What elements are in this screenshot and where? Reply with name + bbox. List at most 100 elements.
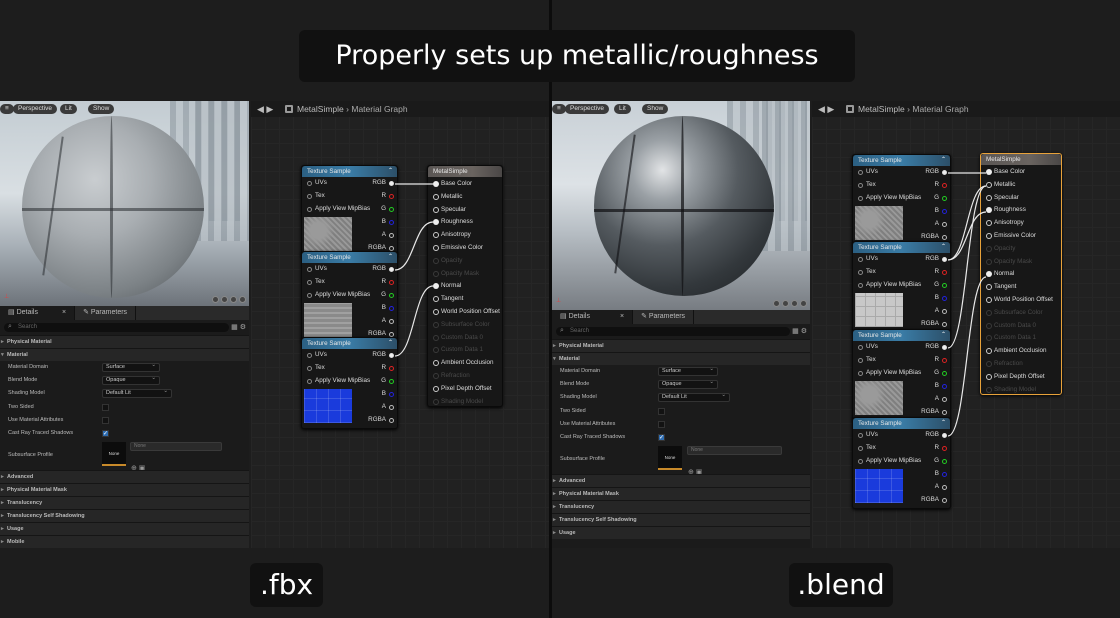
shading-model-dropdown[interactable]: Default Lit	[658, 392, 730, 403]
input-pin[interactable]	[986, 220, 992, 227]
viewport-preview-icons[interactable]	[773, 300, 807, 307]
lit-button[interactable]: Lit	[614, 104, 631, 114]
cast-ray-traced-shadows-checkbox[interactable]: ✓	[102, 429, 109, 437]
category-translucency[interactable]: Translucency	[0, 496, 249, 510]
input-pin[interactable]	[858, 269, 863, 275]
output-pin[interactable]	[389, 219, 394, 225]
view-options-icon[interactable]: ▦ ⚙	[792, 327, 807, 335]
input-pin[interactable]	[433, 334, 439, 341]
category-physical-material-mask[interactable]: Physical Material Mask	[552, 487, 810, 501]
output-pin[interactable]	[942, 357, 947, 363]
input-pin[interactable]	[858, 458, 863, 464]
texture-sample-node[interactable]: Texture Sample ⌃ UVs RGB Tex R Apply View MipB…	[301, 165, 398, 257]
collapse-icon[interactable]: ⌃	[941, 330, 946, 341]
perspective-button[interactable]: Perspective	[565, 104, 609, 114]
input-pin[interactable]	[986, 335, 992, 342]
category-translucency-self-shadowing[interactable]: Translucency Self Shadowing	[552, 513, 810, 527]
material-domain-dropdown[interactable]: Surface	[102, 362, 160, 372]
subsurface-thumbnail[interactable]: None	[102, 442, 126, 467]
collapse-icon[interactable]: ⌃	[941, 418, 946, 429]
output-pin[interactable]	[389, 391, 394, 397]
category-usage[interactable]: Usage	[0, 522, 249, 536]
input-pin[interactable]	[307, 352, 312, 358]
output-pin[interactable]	[942, 370, 947, 376]
category-advanced[interactable]: Advanced	[0, 470, 249, 484]
tab-details[interactable]: ▤ Details ×	[552, 310, 634, 324]
category-usage[interactable]: Usage	[552, 526, 810, 540]
output-pin[interactable]	[942, 282, 947, 288]
input-pin[interactable]	[433, 219, 439, 226]
input-pin[interactable]	[307, 279, 312, 285]
output-pin[interactable]	[389, 404, 394, 410]
view-options-icon[interactable]: ▦ ⚙	[231, 323, 246, 331]
output-pin[interactable]	[942, 208, 947, 214]
input-pin[interactable]	[986, 181, 992, 188]
input-pin[interactable]	[433, 296, 439, 303]
show-button[interactable]: Show	[642, 104, 669, 114]
collapse-icon[interactable]: ⌃	[941, 155, 946, 166]
input-pin[interactable]	[307, 365, 312, 371]
material-output-node[interactable]: MetalSimple Base Color Metallic Specular Rou…	[980, 153, 1062, 395]
input-pin[interactable]	[858, 256, 863, 262]
category-physical-material-mask[interactable]: Physical Material Mask	[0, 483, 249, 497]
input-pin[interactable]	[986, 386, 992, 393]
perspective-button[interactable]: Perspective	[13, 104, 57, 114]
input-pin[interactable]	[307, 292, 312, 298]
texture-sample-node[interactable]: Texture Sample ⌃ UVs RGB Tex R Apply View MipB…	[301, 337, 398, 429]
texture-sample-node[interactable]: Texture Sample ⌃ UVs RGB Tex R Apply View MipB…	[301, 251, 398, 343]
texture-sample-node[interactable]: Texture Sample ⌃ UVs RGB Tex R Apply View MipB…	[852, 241, 951, 333]
input-pin[interactable]	[858, 432, 863, 438]
collapse-icon[interactable]: ⌃	[941, 242, 946, 253]
search-input[interactable]: Search	[4, 322, 229, 332]
output-pin[interactable]	[942, 484, 947, 490]
output-pin[interactable]	[942, 497, 947, 503]
input-pin[interactable]	[433, 206, 439, 213]
viewport-menu-button[interactable]: ≡	[0, 104, 14, 114]
category-mobile[interactable]: Mobile	[0, 535, 249, 549]
output-pin[interactable]	[942, 471, 947, 477]
output-pin[interactable]	[942, 195, 947, 201]
material-graph[interactable]: ◀ ▶ MetalSimple › Material Graph Texture…	[812, 101, 1120, 548]
two-sided-checkbox[interactable]	[102, 403, 109, 411]
output-pin[interactable]	[389, 365, 394, 371]
viewport-menu-button[interactable]: ≡	[552, 104, 566, 114]
output-pin[interactable]	[389, 245, 394, 251]
input-pin[interactable]	[986, 373, 992, 380]
input-pin[interactable]	[858, 282, 863, 288]
category-material[interactable]: Material	[0, 348, 249, 362]
cast-ray-traced-shadows-checkbox[interactable]: ✓	[658, 433, 665, 441]
input-pin[interactable]	[986, 233, 992, 239]
input-pin[interactable]	[433, 398, 439, 405]
category-advanced[interactable]: Advanced	[552, 474, 810, 488]
input-pin[interactable]	[433, 385, 439, 392]
input-pin[interactable]	[986, 361, 992, 367]
close-icon[interactable]: ×	[62, 309, 66, 316]
output-pin[interactable]	[389, 206, 394, 212]
input-pin[interactable]	[307, 193, 312, 199]
input-pin[interactable]	[433, 232, 439, 239]
input-pin[interactable]	[986, 194, 992, 201]
blend-mode-dropdown[interactable]: Opaque	[658, 379, 718, 390]
output-pin[interactable]	[389, 180, 394, 186]
viewport[interactable]: ≡ Perspective Lit Show ⊥	[0, 101, 249, 306]
output-pin[interactable]	[942, 445, 947, 451]
input-pin[interactable]	[433, 257, 439, 264]
two-sided-checkbox[interactable]	[658, 407, 665, 415]
input-pin[interactable]	[858, 445, 863, 451]
output-pin[interactable]	[942, 383, 947, 389]
input-pin[interactable]	[433, 321, 439, 328]
input-pin[interactable]	[986, 284, 992, 291]
input-pin[interactable]	[307, 378, 312, 384]
output-pin[interactable]	[389, 318, 394, 324]
output-pin[interactable]	[942, 458, 947, 464]
use-material-attributes-checkbox[interactable]	[102, 416, 109, 424]
output-pin[interactable]	[389, 193, 394, 199]
input-pin[interactable]	[307, 180, 312, 186]
category-physical-material[interactable]: Physical Material	[552, 339, 810, 353]
input-pin[interactable]	[986, 258, 992, 265]
input-pin[interactable]	[433, 270, 439, 277]
material-output-node[interactable]: MetalSimple Base Color Metallic Specular Rou…	[427, 165, 503, 407]
input-pin[interactable]	[858, 169, 863, 175]
subsurface-profile-dropdown[interactable]: None	[130, 442, 222, 452]
close-icon[interactable]: ×	[620, 313, 624, 320]
